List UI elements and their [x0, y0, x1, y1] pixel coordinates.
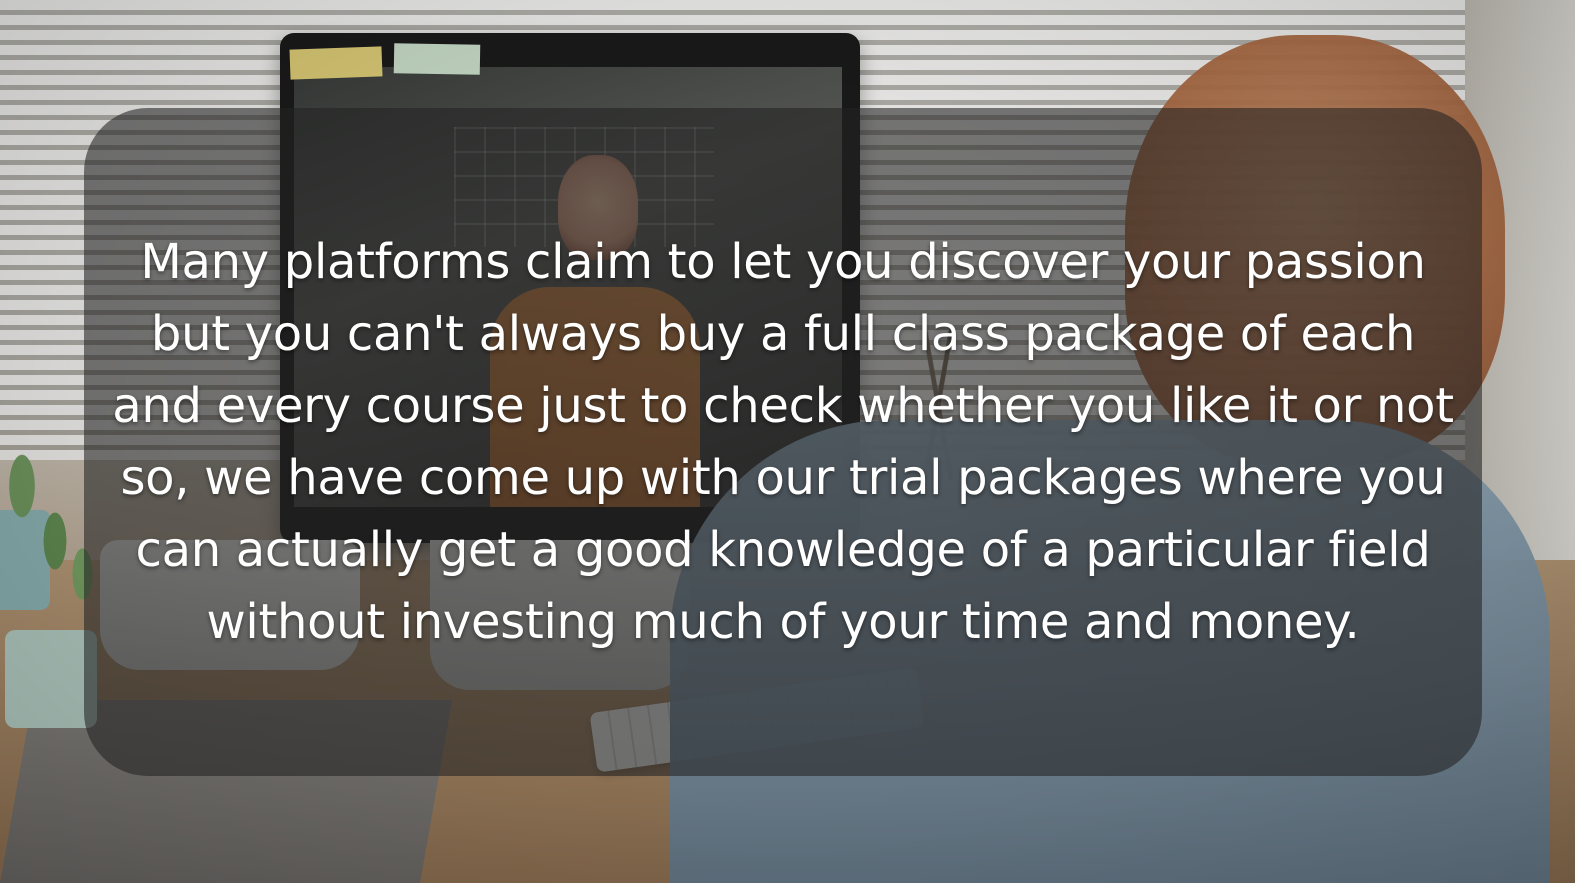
video-frame: Many platforms claim to let you discover… — [0, 0, 1575, 883]
caption-text: Many platforms claim to let you discover… — [112, 234, 1454, 650]
sticky-note — [289, 46, 383, 80]
caption-panel: Many platforms claim to let you discover… — [84, 108, 1482, 776]
sticky-note — [393, 43, 481, 75]
